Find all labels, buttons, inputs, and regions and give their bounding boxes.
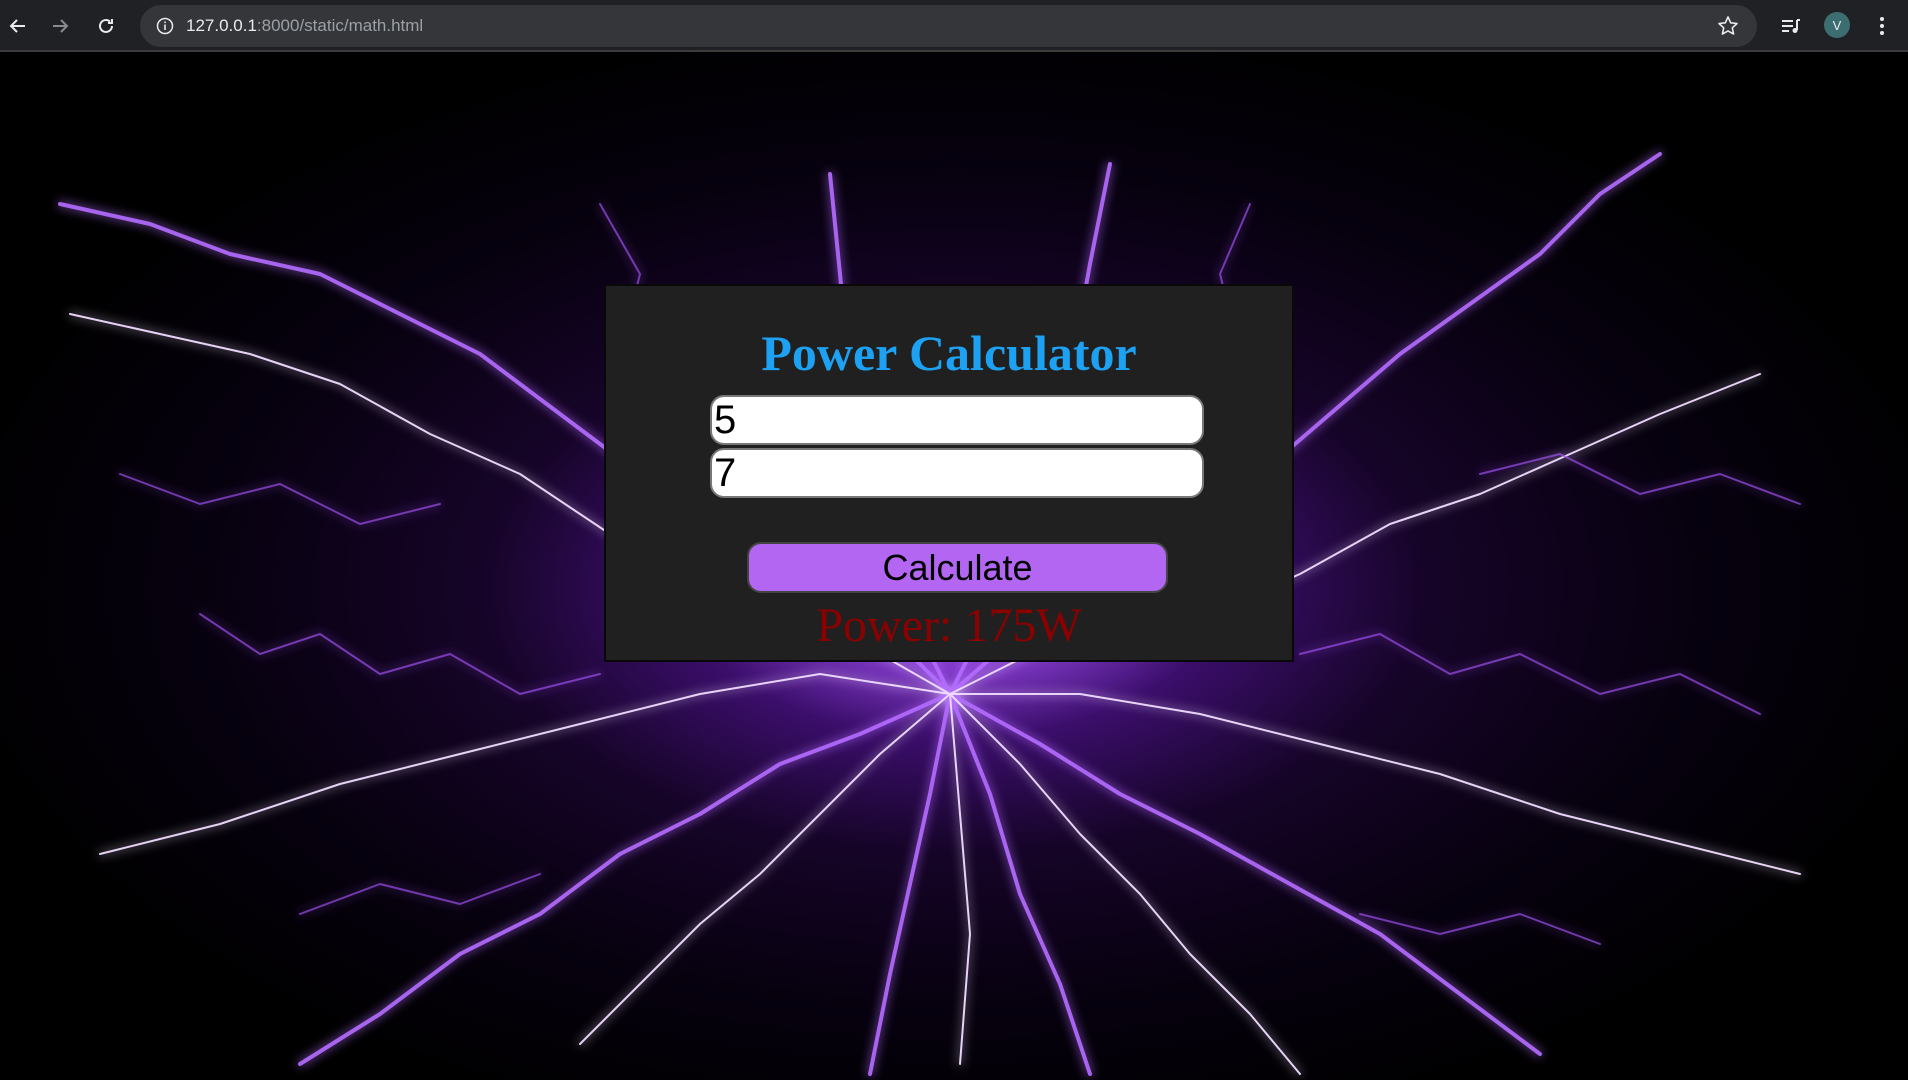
input-field-1[interactable]	[710, 395, 1204, 445]
calculator-card: Power Calculator Calculate Power: 175W	[604, 284, 1294, 662]
url-path: :8000/static/math.html	[256, 16, 424, 35]
bookmark-star-icon[interactable]	[1713, 11, 1743, 41]
page-background: Power Calculator Calculate Power: 175W	[0, 54, 1908, 1080]
result-text: Power: 175W	[816, 599, 1082, 652]
menu-kebab-icon[interactable]	[1866, 10, 1898, 42]
page-title: Power Calculator	[761, 325, 1137, 381]
profile-avatar[interactable]: V	[1824, 12, 1850, 38]
browser-toolbar: 127.0.0.1:8000/static/math.html V	[0, 0, 1908, 52]
site-info-icon[interactable]	[152, 13, 178, 39]
forward-arrow-icon[interactable]	[44, 10, 76, 42]
url-text: 127.0.0.1:8000/static/math.html	[186, 16, 423, 36]
address-bar[interactable]: 127.0.0.1:8000/static/math.html	[140, 5, 1757, 47]
input-field-2[interactable]	[710, 448, 1204, 498]
reload-icon[interactable]	[90, 10, 122, 42]
back-arrow-icon[interactable]	[2, 10, 34, 42]
calculate-button[interactable]: Calculate	[747, 542, 1168, 593]
media-control-icon[interactable]	[1775, 10, 1807, 42]
url-host: 127.0.0.1	[186, 16, 257, 35]
